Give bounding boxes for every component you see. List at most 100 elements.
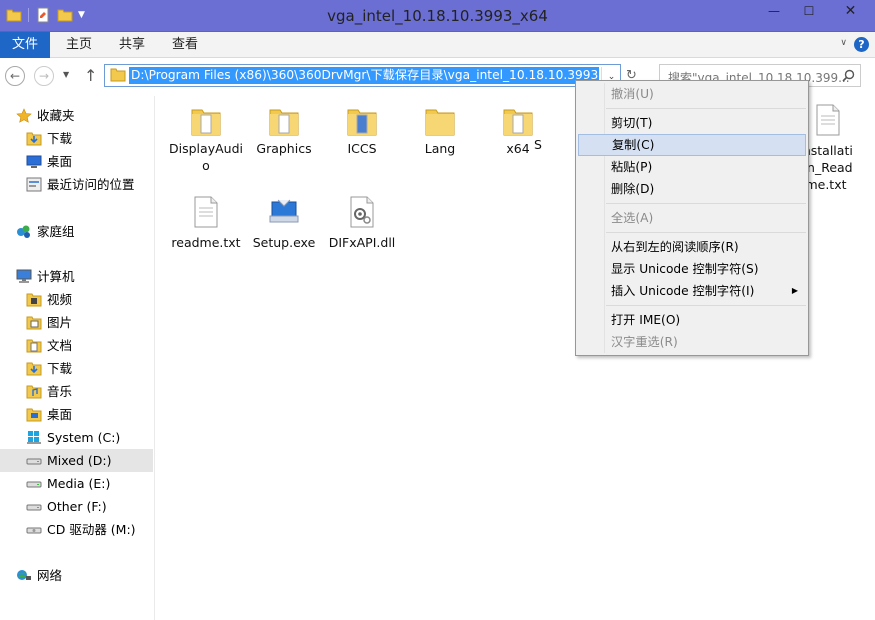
menu-separator bbox=[606, 203, 806, 204]
network-icon bbox=[17, 570, 31, 580]
close-icon: ✕ bbox=[844, 3, 857, 19]
sidebar-item-homegroup[interactable]: 家庭组 bbox=[0, 220, 153, 243]
forward-button[interactable]: → bbox=[34, 66, 54, 86]
file-item-displayaudio[interactable]: DisplayAudio bbox=[166, 102, 246, 174]
address-bar[interactable]: D:\Program Files (x86)\360\360DrvMgr\下载保… bbox=[104, 64, 621, 87]
cd-drive-icon bbox=[26, 527, 42, 534]
sidebar-label: 桌面 bbox=[47, 407, 73, 422]
menu-item-delete[interactable]: 删除(D) bbox=[578, 178, 806, 200]
computer-icon bbox=[16, 269, 32, 283]
sidebar-item-system-c[interactable]: System (C:) bbox=[0, 426, 153, 449]
address-text[interactable]: D:\Program Files (x86)\360\360DrvMgr\下载保… bbox=[129, 67, 599, 84]
system-drive-icon bbox=[27, 431, 41, 444]
sidebar-item-desktop-favorite[interactable]: 桌面 bbox=[0, 150, 153, 173]
sidebar-label: 计算机 bbox=[37, 269, 75, 284]
sidebar-item-music[interactable]: 音乐 bbox=[0, 380, 153, 403]
menu-separator bbox=[606, 305, 806, 306]
file-item-readme[interactable]: readme.txt bbox=[166, 196, 246, 251]
sidebar-item-other-f[interactable]: Other (F:) bbox=[0, 495, 153, 518]
pictures-icon bbox=[26, 316, 42, 330]
menu-item-copy[interactable]: 复制(C) bbox=[578, 134, 806, 156]
file-name: readme.txt bbox=[171, 235, 241, 250]
sidebar-label: 收藏夹 bbox=[37, 108, 75, 123]
sidebar-label: 下载 bbox=[47, 361, 73, 376]
navigation-pane: 收藏夹 下载 桌面 最近访问的位置 家庭组 计算机 视频 图片 文档 下载 音乐 bbox=[0, 96, 155, 620]
menu-item-reconversion[interactable]: 汉字重选(R) bbox=[578, 331, 806, 353]
recent-places-icon bbox=[26, 177, 42, 192]
desktop-icon bbox=[26, 155, 42, 168]
sidebar-item-mixed-d[interactable]: Mixed (D:) bbox=[0, 449, 153, 472]
menu-item-cut[interactable]: 剪切(T) bbox=[578, 112, 806, 134]
context-menu: 撤消(U) 剪切(T) 复制(C) 粘贴(P) 删除(D) 全选(A) 从右到左… bbox=[575, 80, 809, 356]
sidebar-item-favorites[interactable]: 收藏夹 bbox=[0, 104, 153, 127]
sidebar-item-downloads-favorite[interactable]: 下载 bbox=[0, 127, 153, 150]
file-item-graphics[interactable]: Graphics bbox=[244, 102, 324, 157]
back-button[interactable]: ← bbox=[5, 66, 25, 86]
sidebar-label: System (C:) bbox=[47, 430, 121, 445]
menu-item-paste[interactable]: 粘贴(P) bbox=[578, 156, 806, 178]
file-name: Setup.exe bbox=[252, 235, 316, 250]
recent-locations-chevron-icon[interactable]: ▼ bbox=[63, 70, 69, 79]
drive-icon bbox=[26, 458, 42, 465]
music-icon bbox=[26, 385, 42, 399]
file-name: DIFxAPI.dll bbox=[328, 235, 396, 250]
sidebar-item-computer[interactable]: 计算机 bbox=[0, 265, 153, 288]
menu-item-open-ime[interactable]: 打开 IME(O) bbox=[578, 309, 806, 331]
minimize-icon: — bbox=[768, 4, 780, 18]
folder-icon bbox=[268, 102, 300, 138]
close-button[interactable]: ✕ bbox=[827, 0, 874, 22]
setup-exe-icon bbox=[268, 196, 300, 232]
sidebar-item-desktop[interactable]: 桌面 bbox=[0, 403, 153, 426]
sidebar-item-downloads[interactable]: 下载 bbox=[0, 357, 153, 380]
tab-home[interactable]: 主页 bbox=[66, 32, 92, 58]
tab-share[interactable]: 共享 bbox=[119, 32, 145, 58]
sidebar-label: CD 驱动器 (M:) bbox=[47, 522, 136, 537]
file-item-setup-exe[interactable]: Setup.exe bbox=[244, 196, 324, 251]
sidebar-label: 桌面 bbox=[47, 154, 73, 169]
up-button[interactable]: ↑ bbox=[84, 66, 97, 85]
expand-ribbon-icon[interactable]: ∨ bbox=[840, 38, 847, 48]
file-item-partial[interactable]: S bbox=[534, 136, 554, 153]
sidebar-label: 网络 bbox=[37, 568, 63, 583]
folder-icon bbox=[190, 102, 222, 138]
minimize-button[interactable]: — bbox=[757, 0, 791, 22]
file-name: ICCS bbox=[347, 141, 377, 156]
submenu-arrow-icon: ▶ bbox=[791, 286, 798, 295]
sidebar-item-network[interactable]: 网络 bbox=[0, 564, 153, 587]
drive-icon bbox=[26, 504, 42, 511]
help-icon[interactable]: ? bbox=[854, 37, 869, 52]
folder-icon bbox=[424, 102, 456, 138]
menu-separator bbox=[606, 108, 806, 109]
sidebar-item-videos[interactable]: 视频 bbox=[0, 288, 153, 311]
file-item-difxapi-dll[interactable]: DIFxAPI.dll bbox=[322, 196, 402, 251]
file-item-lang[interactable]: Lang bbox=[400, 102, 480, 157]
sidebar-label: 图片 bbox=[47, 315, 73, 330]
menu-item-select-all[interactable]: 全选(A) bbox=[578, 207, 806, 229]
maximize-button[interactable]: ☐ bbox=[792, 0, 826, 22]
menu-item-label: 插入 Unicode 控制字符(I) bbox=[611, 284, 755, 298]
file-name: S bbox=[534, 137, 542, 152]
text-file-icon bbox=[190, 196, 222, 232]
sidebar-label: Other (F:) bbox=[47, 499, 107, 514]
title-bar: ▼ vga_intel_10.18.10.3993_x64 — ☐ ✕ bbox=[0, 0, 875, 32]
sidebar-label: 文档 bbox=[47, 338, 73, 353]
sidebar-label: 最近访问的位置 bbox=[47, 177, 135, 192]
maximize-icon: ☐ bbox=[803, 4, 815, 18]
file-item-iccs[interactable]: ICCS bbox=[322, 102, 402, 157]
tab-view[interactable]: 查看 bbox=[172, 32, 198, 58]
menu-item-rtl-reading-order[interactable]: 从右到左的阅读顺序(R) bbox=[578, 236, 806, 258]
menu-separator bbox=[606, 232, 806, 233]
sidebar-item-documents[interactable]: 文档 bbox=[0, 334, 153, 357]
sidebar-item-cd-drive-m[interactable]: CD 驱动器 (M:) bbox=[0, 518, 153, 541]
tab-file[interactable]: 文件 bbox=[0, 32, 50, 58]
sidebar-label: 音乐 bbox=[47, 384, 73, 399]
desktop-folder-icon bbox=[26, 408, 42, 422]
search-icon[interactable] bbox=[842, 69, 855, 82]
folder-icon bbox=[110, 68, 126, 82]
sidebar-item-media-e[interactable]: Media (E:) bbox=[0, 472, 153, 495]
sidebar-item-pictures[interactable]: 图片 bbox=[0, 311, 153, 334]
menu-item-show-unicode-control[interactable]: 显示 Unicode 控制字符(S) bbox=[578, 258, 806, 280]
menu-item-insert-unicode-control[interactable]: 插入 Unicode 控制字符(I) ▶ bbox=[578, 280, 806, 302]
sidebar-item-recent-places[interactable]: 最近访问的位置 bbox=[0, 173, 153, 196]
menu-item-undo[interactable]: 撤消(U) bbox=[578, 83, 806, 105]
